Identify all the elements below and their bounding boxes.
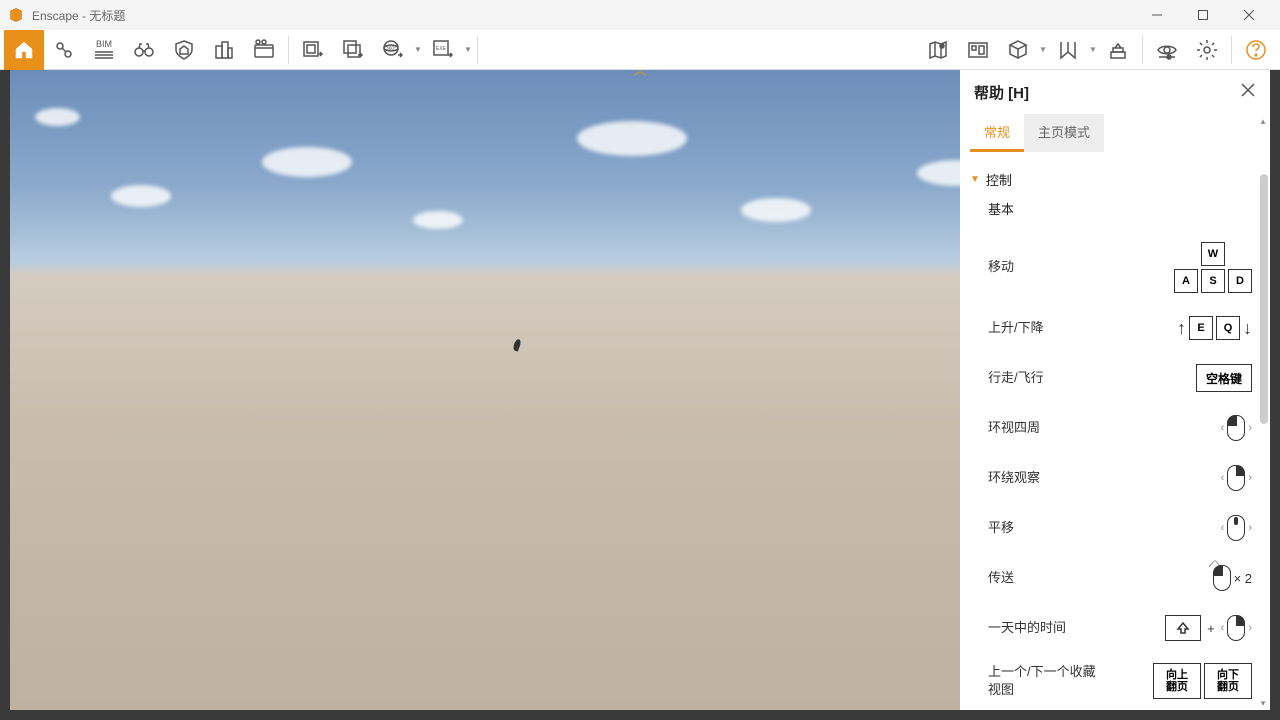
tab-general[interactable]: 常规 — [970, 114, 1024, 152]
tab-homepage-mode[interactable]: 主页模式 — [1024, 114, 1104, 152]
caret-down-icon: ▼ — [970, 174, 980, 185]
row-pan: 平移 ‹ › — [970, 503, 1252, 553]
window-controls — [1134, 0, 1272, 30]
toolbar-right: ▼ ▼ — [918, 30, 1276, 70]
key-pageup: 向上 翻页 — [1153, 663, 1201, 699]
row-walkfly: 行走/飞行 空格键 — [970, 353, 1252, 403]
titlebar-left: Enscape - 无标题 — [8, 7, 125, 24]
views-button[interactable] — [1048, 30, 1088, 70]
key-e: E — [1189, 316, 1213, 340]
row-move: 移动 W A S D — [970, 232, 1252, 303]
scroll-up-icon[interactable]: ▴ — [1258, 116, 1268, 126]
row-timeofday: 一天中的时间 + ‹ › — [970, 603, 1252, 653]
exe-export-button[interactable]: EXE — [423, 30, 463, 70]
key-pagedown: 向下 翻页 — [1204, 663, 1252, 699]
mouse-right-icon — [1227, 615, 1245, 641]
close-button[interactable] — [1226, 0, 1272, 30]
mouse-left-icon — [1227, 415, 1245, 441]
gallery-button[interactable] — [958, 30, 998, 70]
help-title: 帮助 [H] — [974, 82, 1029, 103]
key-q: Q — [1216, 316, 1240, 340]
safe-frame-button[interactable] — [164, 30, 204, 70]
toolbar-separator — [1142, 36, 1143, 64]
scene-object — [512, 338, 522, 351]
help-body: ▼ 控制 基本 移动 W A S D 上升/下降 ↑ — [960, 152, 1270, 710]
panorama-button[interactable]: 360° — [373, 30, 413, 70]
help-tabs: 常规 主页模式 — [960, 114, 1270, 152]
toolbar-separator — [1231, 36, 1232, 64]
minimap-button[interactable] — [918, 30, 958, 70]
assets-dropdown[interactable]: ▼ — [1038, 45, 1048, 54]
title-text: Enscape - 无标题 — [32, 7, 125, 24]
toolbar-separator — [288, 36, 289, 64]
arrow-down-icon: ↓ — [1243, 318, 1252, 339]
help-panel: 帮助 [H] 常规 主页模式 ▼ 控制 基本 移动 W A S D — [960, 70, 1270, 710]
row-teleport: 传送 ⟋⟍ × 2 — [970, 553, 1252, 603]
toolbar-separator — [477, 36, 478, 64]
key-space: 空格键 — [1196, 364, 1252, 392]
subsection-basic: 基本 — [988, 199, 1252, 218]
scroll-down-icon[interactable]: ▾ — [1258, 698, 1268, 708]
titlebar: Enscape - 无标题 — [0, 0, 1280, 30]
help-scrollbar[interactable]: ▴ ▾ — [1258, 114, 1270, 710]
assets-button[interactable] — [998, 30, 1038, 70]
row-updown: 上升/下降 ↑ E Q ↓ — [970, 303, 1252, 353]
upload-button[interactable] — [1098, 30, 1138, 70]
panorama-dropdown[interactable]: ▼ — [413, 45, 423, 54]
row-prevnext-view: 上一个/下一个收藏视图 向上 翻页 向下 翻页 — [970, 653, 1252, 709]
screenshot-button[interactable] — [293, 30, 333, 70]
row-orbit: 环绕观察 ‹ › — [970, 453, 1252, 503]
maximize-button[interactable] — [1180, 0, 1226, 30]
row-lookaround: 环视四周 ‹ › — [970, 403, 1252, 453]
mouse-middle-icon — [1227, 515, 1245, 541]
key-d: D — [1228, 269, 1252, 293]
link-views-button[interactable] — [44, 30, 84, 70]
key-shift — [1165, 615, 1201, 641]
home-button[interactable] — [4, 30, 44, 70]
exe-dropdown[interactable]: ▼ — [463, 45, 473, 54]
toolbar-left: BIM 360° ▼ EXE ▼ — [4, 30, 482, 70]
visual-settings-button[interactable] — [1147, 30, 1187, 70]
svg-text:EXE: EXE — [436, 46, 447, 52]
minimize-button[interactable] — [1134, 0, 1180, 30]
mouse-doubleclick-icon — [1213, 565, 1231, 591]
help-button[interactable] — [1236, 30, 1276, 70]
app-logo-icon — [8, 7, 24, 23]
section-controls[interactable]: ▼ 控制 — [970, 170, 1252, 189]
bim-button[interactable]: BIM — [84, 30, 124, 70]
key-w: W — [1201, 242, 1225, 266]
key-a: A — [1174, 269, 1198, 293]
arrow-up-icon: ↑ — [1177, 318, 1186, 339]
asset-library-button[interactable] — [204, 30, 244, 70]
mouse-right-icon — [1227, 465, 1245, 491]
help-close-button[interactable] — [1240, 81, 1256, 104]
svg-text:360°: 360° — [386, 46, 396, 52]
expand-chevron-icon[interactable]: ︿ — [633, 60, 647, 80]
views-dropdown[interactable]: ▼ — [1088, 45, 1098, 54]
binoculars-button[interactable] — [124, 30, 164, 70]
scrollbar-thumb[interactable] — [1260, 174, 1268, 424]
help-header: 帮助 [H] — [960, 70, 1270, 114]
key-s: S — [1201, 269, 1225, 293]
settings-button[interactable] — [1187, 30, 1227, 70]
video-button[interactable] — [244, 30, 284, 70]
batch-render-button[interactable] — [333, 30, 373, 70]
